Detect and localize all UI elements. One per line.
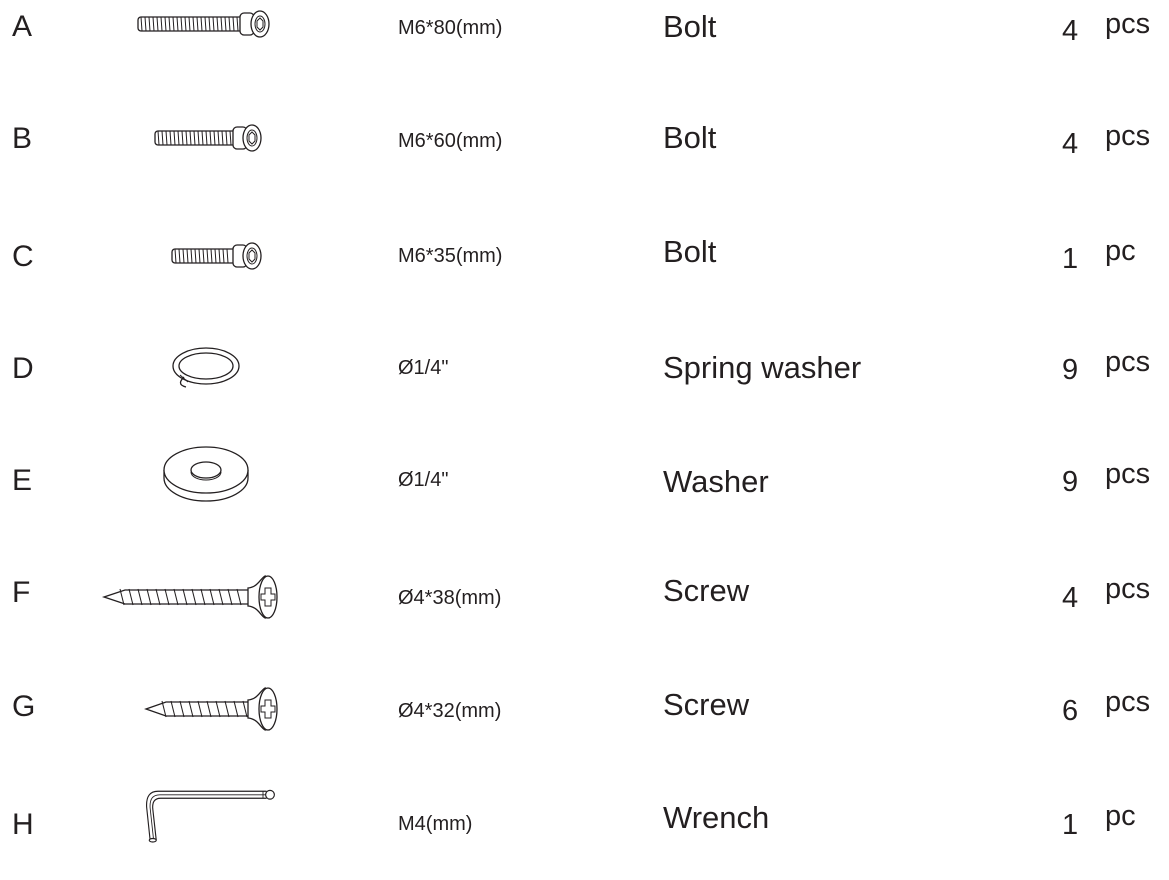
part-letter: H [12, 808, 34, 841]
part-unit: pcs [1105, 458, 1151, 490]
part-unit: pcs [1105, 573, 1151, 605]
part-letter: F [12, 576, 31, 609]
part-quantity: 6 [1062, 695, 1079, 727]
part-letter: C [12, 240, 34, 273]
part-row-g: G Ø4*32(mm) Screw 6 pcs [0, 670, 1169, 770]
part-name: Bolt [663, 9, 717, 44]
part-unit: pcs [1105, 120, 1151, 152]
flat-washer-icon [100, 436, 300, 506]
part-row-b: B M6*60(mm) Bolt 4 pcs [0, 110, 1169, 210]
screw-short-icon [100, 666, 300, 736]
part-letter: B [12, 122, 33, 155]
part-name: Screw [663, 687, 750, 722]
part-letter: D [12, 352, 34, 385]
part-row-d: D Ø1/4" Spring washer 9 pcs [0, 334, 1169, 434]
part-quantity: 4 [1062, 128, 1079, 160]
part-quantity: 1 [1062, 243, 1079, 275]
part-quantity: 4 [1062, 582, 1079, 614]
part-unit: pc [1105, 235, 1136, 267]
part-name: Spring washer [663, 350, 862, 385]
part-quantity: 4 [1062, 15, 1079, 47]
part-row-h: H M4(mm) Wrench 1 pc [0, 780, 1169, 880]
part-name: Bolt [663, 234, 717, 269]
part-quantity: 9 [1062, 466, 1079, 498]
part-spec: Ø4*38(mm) [398, 587, 502, 609]
part-quantity: 9 [1062, 354, 1079, 386]
part-unit: pcs [1105, 686, 1151, 718]
part-unit: pc [1105, 800, 1136, 832]
part-name: Washer [663, 464, 769, 499]
spring-washer-icon [100, 330, 300, 400]
part-row-c: C M6*35(mm) Bolt 1 pc [0, 222, 1169, 322]
bolt-medium-icon [100, 102, 300, 172]
hex-wrench-icon [100, 772, 300, 843]
part-spec: Ø4*32(mm) [398, 700, 502, 722]
part-spec: M6*60(mm) [398, 130, 503, 152]
part-spec: Ø1/4" [398, 357, 449, 379]
part-row-a: A M6*80(mm) Bolt 4 pcs [0, 0, 1169, 100]
part-name: Wrench [663, 800, 770, 835]
part-spec: Ø1/4" [398, 469, 449, 491]
part-name: Screw [663, 573, 750, 608]
part-spec: M6*80(mm) [398, 17, 503, 39]
part-letter: E [12, 464, 33, 497]
part-name: Bolt [663, 120, 717, 155]
part-letter: A [12, 10, 33, 43]
part-unit: pcs [1105, 8, 1151, 40]
part-row-e: E Ø1/4" Washer 9 pcs [0, 446, 1169, 546]
part-row-f: F Ø4*38(mm) Screw 4 pcs [0, 558, 1169, 658]
screw-long-icon [100, 554, 300, 624]
bolt-short-icon [100, 220, 300, 290]
part-letter: G [12, 690, 36, 723]
bolt-long-icon [100, 0, 300, 58]
part-unit: pcs [1105, 346, 1151, 378]
part-quantity: 1 [1062, 809, 1079, 841]
part-spec: M6*35(mm) [398, 245, 503, 267]
part-spec: M4(mm) [398, 813, 473, 835]
